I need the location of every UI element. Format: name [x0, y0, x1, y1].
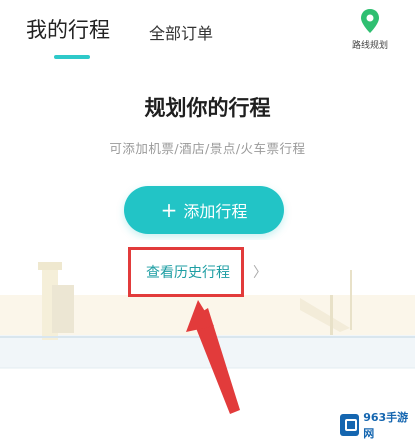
page-title: 规划你的行程	[144, 96, 271, 120]
watermark: 963手游网	[340, 410, 412, 440]
plus-icon: +	[160, 198, 178, 222]
active-tab-indicator	[54, 55, 90, 59]
tab-my-trips[interactable]: 我的行程	[26, 14, 110, 44]
add-trip-button[interactable]: + 添加行程	[124, 186, 284, 234]
watermark-text: 963手游网	[363, 411, 409, 440]
tab-all-orders[interactable]: 全部订单	[149, 20, 213, 44]
chevron-right-icon: 〉	[253, 265, 267, 281]
route-planning-label: 路线规划	[351, 41, 388, 51]
watermark-logo-icon	[340, 414, 360, 436]
top-header: 我的行程 全部订单 路线规划	[0, 0, 415, 70]
page-subtitle: 可添加机票/酒店/景点/火车票行程	[109, 141, 306, 156]
map-pin-icon	[361, 9, 379, 33]
add-trip-label: 添加行程	[183, 202, 248, 221]
view-history-link[interactable]: 查看历史行程	[146, 262, 230, 282]
route-planning-button[interactable]: 路线规划	[339, 8, 401, 62]
